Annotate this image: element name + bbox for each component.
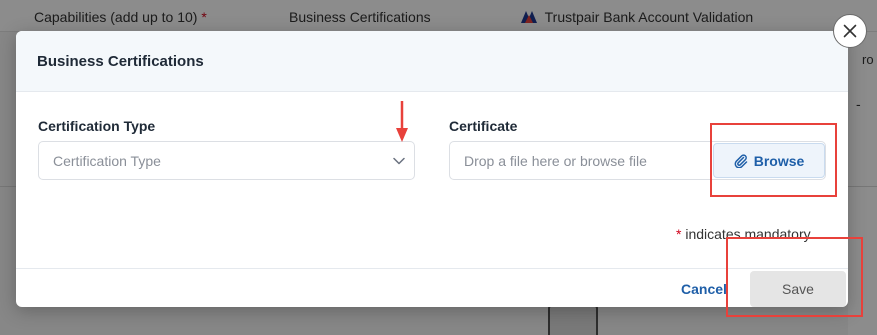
required-asterisk: * (676, 226, 682, 242)
chevron-down-icon (384, 141, 414, 180)
close-button[interactable] (833, 14, 867, 48)
annotation-box-browse (710, 123, 837, 197)
certificate-label: Certificate (449, 118, 518, 134)
annotation-box-save (726, 237, 863, 317)
cancel-button[interactable]: Cancel (681, 281, 727, 297)
modal-header: Business Certifications (16, 31, 848, 92)
certification-type-label: Certification Type (38, 118, 156, 134)
annotation-arrow-down-icon (396, 101, 408, 142)
close-icon (843, 24, 857, 38)
certification-type-placeholder: Certification Type (53, 152, 161, 169)
modal-footer: Cancel Save (16, 268, 848, 307)
certification-type-select[interactable]: Certification Type (38, 141, 415, 180)
modal-title: Business Certifications (37, 52, 204, 70)
